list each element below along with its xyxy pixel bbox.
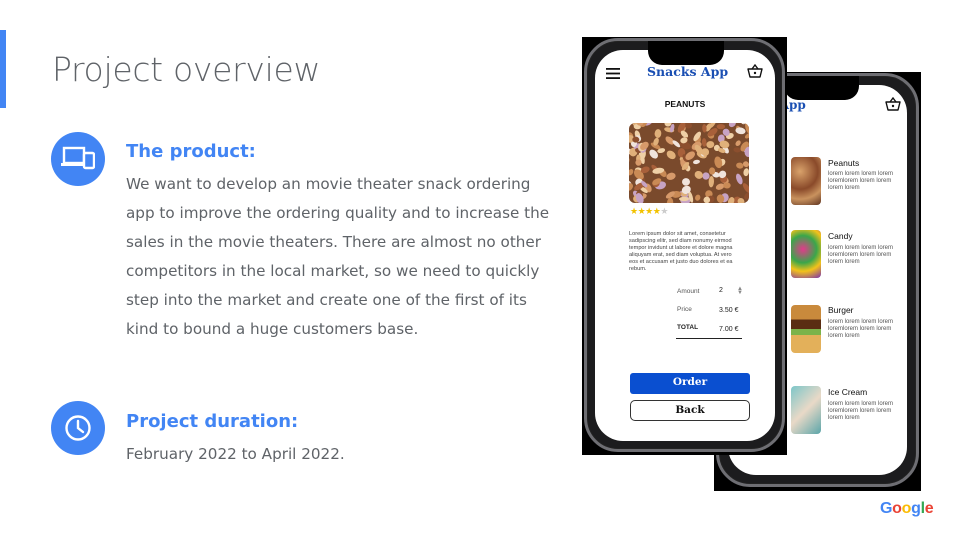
icecream-thumbnail xyxy=(791,386,821,434)
star-empty-icon: ★ xyxy=(660,206,668,216)
description-line: eos et accusam et justo duo dolores et e… xyxy=(629,259,733,265)
page-title: Project overview xyxy=(52,50,321,89)
peanuts-image xyxy=(629,123,749,203)
product-line: competitors in the local market, so we n… xyxy=(126,261,540,280)
detail-phone: Snacks App PEANUTS ★★★★★ Lorem ipsum dol… xyxy=(584,38,785,452)
rating-stars: ★★★★★ xyxy=(630,206,668,217)
description-line: sadipscing elitr, sed diam nonumy eirmod xyxy=(629,238,732,244)
product-line: step into the market and create one of t… xyxy=(126,290,527,309)
google-logo: Google xyxy=(880,500,934,518)
logo-letter: g xyxy=(911,500,921,517)
accent-bar xyxy=(0,30,6,108)
item-desc: lorem lorem lorem lorem loremlorem lorem… xyxy=(828,245,894,265)
amount-stepper-icon[interactable]: ▲ ▼ xyxy=(737,286,743,296)
description-line: rebum. xyxy=(629,266,647,272)
product-line: sales in the movie theaters. There are a… xyxy=(126,232,541,251)
item-desc: lorem lorem lorem lorem loremlorem lorem… xyxy=(828,401,894,421)
description-line: Lorem ipsum dolor sit amet, consetetur xyxy=(629,231,726,237)
item-name: Peanuts xyxy=(828,158,860,168)
phone-notch xyxy=(648,41,724,65)
item-name: Candy xyxy=(828,231,853,241)
candy-thumbnail xyxy=(791,230,821,278)
description-line: tempor invidunt ut labore et dolore magn… xyxy=(629,245,733,251)
product-line: app to improve the ordering quality and … xyxy=(126,203,550,222)
item-name: Burger xyxy=(828,305,854,315)
logo-letter: e xyxy=(924,500,934,517)
order-button[interactable]: Order xyxy=(630,373,750,394)
burger-thumbnail xyxy=(791,305,821,353)
amount-label: Amount xyxy=(677,288,700,295)
phone-notch xyxy=(784,76,859,100)
price-value: 3.50 € xyxy=(719,307,739,314)
logo-letter: o xyxy=(892,500,902,517)
detail-screen: Snacks App PEANUTS ★★★★★ Lorem ipsum dol… xyxy=(595,50,775,441)
peanuts-thumbnail xyxy=(791,157,821,205)
total-value: 7.00 € xyxy=(719,326,739,333)
item-name: Ice Cream xyxy=(828,387,868,397)
duration-text: February 2022 to April 2022. xyxy=(126,445,345,463)
duration-heading: Project duration: xyxy=(126,411,299,432)
product-description: We want to develop an movie theater snac… xyxy=(126,170,549,343)
product-line: kind to bound a huge customers base. xyxy=(126,319,419,338)
product-title: PEANUTS xyxy=(664,99,706,109)
star-filled-icon: ★ xyxy=(645,206,653,216)
description-line: aliquyam erat, sed diam voluptua. At ver… xyxy=(629,252,732,258)
item-desc: lorem lorem lorem lorem loremlorem lorem… xyxy=(828,171,894,191)
app-title: Snacks App xyxy=(647,64,729,79)
item-desc: lorem lorem lorem lorem loremlorem lorem… xyxy=(828,319,894,339)
menu-icon[interactable] xyxy=(606,66,620,84)
clock-icon xyxy=(51,401,105,455)
product-description: Lorem ipsum dolor sit amet, consetetur s… xyxy=(629,231,751,273)
total-label: TOTAL xyxy=(677,324,699,331)
logo-letter: o xyxy=(901,500,912,517)
price-label: Price xyxy=(677,306,692,313)
devices-icon xyxy=(51,132,105,186)
back-button[interactable]: Back xyxy=(630,400,750,421)
total-divider xyxy=(676,338,742,339)
star-filled-icon: ★ xyxy=(630,206,638,216)
product-line: We want to develop an movie theater snac… xyxy=(126,175,531,193)
basket-icon[interactable] xyxy=(885,96,901,116)
logo-letter: G xyxy=(880,500,893,517)
product-heading: The product: xyxy=(126,141,256,162)
basket-icon[interactable] xyxy=(747,63,763,83)
amount-value[interactable]: 2 xyxy=(719,287,723,294)
